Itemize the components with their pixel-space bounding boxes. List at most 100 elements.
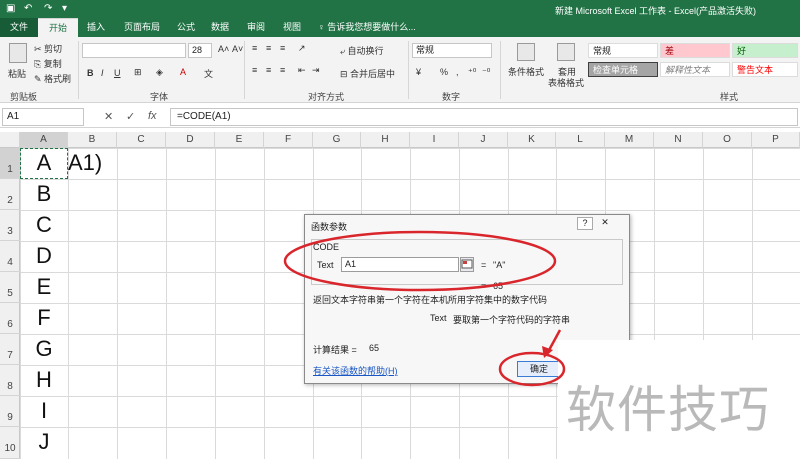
tab-insert[interactable]: 插入 bbox=[80, 18, 112, 37]
phonetic-icon[interactable]: 文 bbox=[204, 67, 213, 80]
row-header-2[interactable]: 2 bbox=[0, 179, 20, 210]
style-bad[interactable]: 差 bbox=[660, 43, 730, 58]
currency-icon[interactable]: ¥ bbox=[416, 67, 421, 77]
column-header-e[interactable]: E bbox=[215, 132, 264, 148]
italic-button[interactable]: I bbox=[101, 68, 104, 78]
font-size-select[interactable]: 28 bbox=[188, 43, 212, 58]
row-header-3[interactable]: 3 bbox=[0, 210, 20, 241]
underline-button[interactable]: U bbox=[114, 68, 121, 78]
cell-a3[interactable]: C bbox=[20, 212, 68, 238]
grow-font-icon[interactable]: A˄ bbox=[218, 44, 229, 54]
row-header-7[interactable]: 7 bbox=[0, 334, 20, 365]
dialog-help-button[interactable]: ? bbox=[577, 217, 593, 230]
number-format-select[interactable]: 常规 bbox=[412, 43, 492, 58]
column-header-p[interactable]: P bbox=[752, 132, 800, 148]
style-check-cell[interactable]: 检查单元格 bbox=[588, 62, 658, 77]
dialog-close-button[interactable]: ✕ bbox=[597, 217, 613, 230]
tab-formulas[interactable]: 公式 bbox=[170, 18, 202, 37]
tab-view[interactable]: 视图 bbox=[276, 18, 308, 37]
align-middle-icon[interactable]: ≡ bbox=[266, 43, 271, 53]
column-header-g[interactable]: G bbox=[313, 132, 361, 148]
cell-a8[interactable]: H bbox=[20, 367, 68, 393]
column-header-l[interactable]: L bbox=[556, 132, 605, 148]
select-all-corner[interactable] bbox=[0, 132, 20, 148]
row-header-1[interactable]: 1 bbox=[0, 148, 20, 179]
wrap-text-button[interactable]: ⤶ 自动换行 bbox=[340, 44, 384, 57]
align-top-icon[interactable]: ≡ bbox=[252, 43, 257, 53]
column-header-d[interactable]: D bbox=[166, 132, 215, 148]
column-header-o[interactable]: O bbox=[703, 132, 752, 148]
orientation-icon[interactable]: ↗ bbox=[298, 43, 306, 54]
tab-home[interactable]: 开始 bbox=[38, 18, 78, 37]
merge-center-button[interactable]: ⊟ 合并后居中 bbox=[340, 67, 395, 80]
row-header-10[interactable]: 10 bbox=[0, 427, 20, 459]
cell-a10[interactable]: J bbox=[20, 429, 68, 455]
tab-file[interactable]: 文件 bbox=[0, 18, 38, 37]
function-help-link[interactable]: 有关该函数的帮助(H) bbox=[313, 364, 398, 377]
outdent-icon[interactable]: ⇥ bbox=[312, 65, 320, 76]
undo-icon[interactable]: ↶ bbox=[24, 3, 32, 14]
text-argument-input[interactable]: A1 bbox=[341, 257, 459, 272]
cell-a6[interactable]: F bbox=[20, 305, 68, 331]
align-bottom-icon[interactable]: ≡ bbox=[280, 43, 285, 53]
decrease-decimal-icon[interactable]: ⁻⁰ bbox=[482, 67, 490, 78]
cancel-icon[interactable]: ✕ bbox=[104, 110, 113, 123]
paste-button[interactable]: 粘贴 bbox=[6, 41, 30, 85]
increase-decimal-icon[interactable]: ⁺⁰ bbox=[468, 67, 476, 78]
column-header-b[interactable]: B bbox=[68, 132, 117, 148]
indent-icon[interactable]: ⇤ bbox=[298, 65, 306, 76]
align-right-icon[interactable]: ≡ bbox=[280, 65, 285, 75]
column-header-i[interactable]: I bbox=[410, 132, 459, 148]
style-good[interactable]: 好 bbox=[732, 43, 798, 58]
row-header-5[interactable]: 5 bbox=[0, 272, 20, 303]
cell-a2[interactable]: B bbox=[20, 181, 68, 207]
row-header-6[interactable]: 6 bbox=[0, 303, 20, 334]
ok-button[interactable]: 确定 bbox=[517, 361, 561, 377]
format-painter-button[interactable]: ✎ 格式刷 bbox=[34, 72, 71, 85]
formula-input[interactable]: =CODE(A1) bbox=[170, 108, 798, 126]
cell-a7[interactable]: G bbox=[20, 336, 68, 362]
bold-button[interactable]: B bbox=[87, 68, 94, 78]
cell-a4[interactable]: D bbox=[20, 243, 68, 269]
font-name-select[interactable] bbox=[82, 43, 186, 58]
collapse-dialog-icon[interactable] bbox=[460, 257, 474, 272]
copy-button[interactable]: ⎘ 复制 bbox=[34, 57, 62, 70]
enter-icon[interactable]: ✓ bbox=[126, 110, 135, 123]
format-as-table-button[interactable]: 套用 表格格式 bbox=[548, 41, 584, 88]
name-box[interactable]: A1 bbox=[2, 108, 84, 126]
tab-data[interactable]: 数据 bbox=[204, 18, 236, 37]
tab-review[interactable]: 审阅 bbox=[240, 18, 272, 37]
tell-me-box[interactable]: ♀ 告诉我您想要做什么... bbox=[318, 18, 416, 37]
conditional-formatting-button[interactable]: 条件格式 bbox=[508, 41, 544, 87]
column-header-f[interactable]: F bbox=[264, 132, 313, 148]
insert-function-icon[interactable]: fx bbox=[148, 110, 157, 122]
column-header-h[interactable]: H bbox=[361, 132, 410, 148]
style-warning[interactable]: 警告文本 bbox=[732, 62, 798, 77]
row-header-8[interactable]: 8 bbox=[0, 365, 20, 396]
font-color-icon[interactable]: A bbox=[180, 67, 186, 77]
cell-a9[interactable]: I bbox=[20, 398, 68, 424]
fill-color-icon[interactable]: ◈ bbox=[156, 67, 163, 78]
column-header-m[interactable]: M bbox=[605, 132, 654, 148]
column-header-c[interactable]: C bbox=[117, 132, 166, 148]
border-icon[interactable]: ⊞ bbox=[134, 67, 142, 78]
save-icon[interactable]: ▣ bbox=[6, 3, 15, 14]
column-header-a[interactable]: A bbox=[20, 132, 68, 148]
column-header-j[interactable]: J bbox=[459, 132, 508, 148]
cut-button[interactable]: ✂ 剪切 bbox=[34, 42, 62, 55]
align-left-icon[interactable]: ≡ bbox=[252, 65, 257, 75]
shrink-font-icon[interactable]: A˅ bbox=[232, 44, 243, 54]
tab-page-layout[interactable]: 页面布局 bbox=[116, 18, 168, 37]
column-header-k[interactable]: K bbox=[508, 132, 556, 148]
redo-icon[interactable]: ↷ bbox=[44, 3, 52, 14]
cell-b1-formula-text[interactable]: A1) bbox=[68, 150, 102, 176]
percent-button[interactable]: % bbox=[440, 67, 448, 77]
cell-a5[interactable]: E bbox=[20, 274, 68, 300]
row-header-9[interactable]: 9 bbox=[0, 396, 20, 427]
comma-button[interactable]: , bbox=[456, 67, 459, 77]
style-explanatory[interactable]: 解释性文本 bbox=[660, 62, 730, 77]
column-header-n[interactable]: N bbox=[654, 132, 703, 148]
customize-icon[interactable]: ▾ bbox=[62, 3, 67, 14]
row-header-4[interactable]: 4 bbox=[0, 241, 20, 272]
align-center-icon[interactable]: ≡ bbox=[266, 65, 271, 75]
